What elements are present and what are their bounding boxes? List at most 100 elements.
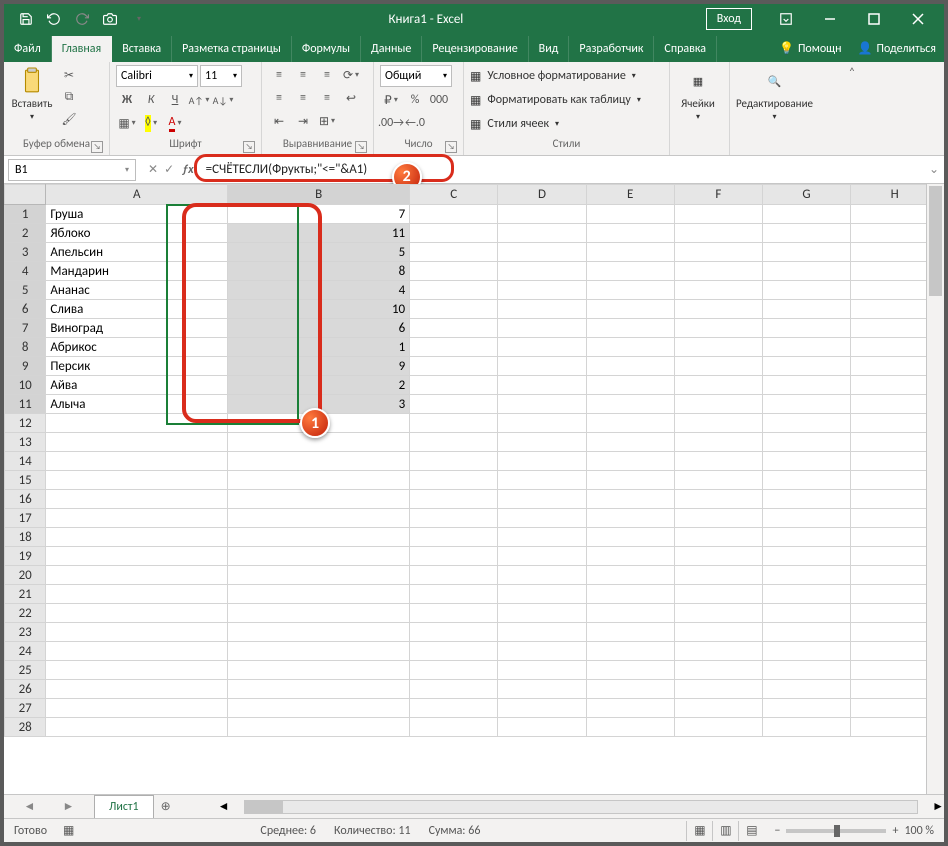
- cell[interactable]: [762, 623, 850, 642]
- cell[interactable]: [586, 338, 674, 357]
- fx-icon[interactable]: ƒx: [182, 163, 200, 177]
- cell[interactable]: [586, 528, 674, 547]
- vertical-scrollbar[interactable]: [926, 184, 944, 794]
- cell[interactable]: [762, 243, 850, 262]
- cell[interactable]: [498, 585, 586, 604]
- cell[interactable]: [410, 395, 498, 414]
- comma-button[interactable]: 000: [428, 90, 450, 110]
- cell[interactable]: [762, 357, 850, 376]
- conditional-formatting-button[interactable]: ▦Условное форматирование▾: [470, 65, 641, 87]
- cell[interactable]: [498, 528, 586, 547]
- cell[interactable]: [498, 604, 586, 623]
- tab-data[interactable]: Данные: [361, 36, 422, 62]
- font-dialog-launcher[interactable]: ↘: [243, 141, 255, 153]
- editing-button[interactable]: 🔍Редактирование▾: [736, 65, 813, 122]
- save-icon[interactable]: [18, 11, 34, 27]
- sheet-nav-next-icon[interactable]: ►: [63, 799, 75, 814]
- name-box[interactable]: B1▾: [8, 159, 136, 181]
- cell[interactable]: [674, 509, 762, 528]
- row-header[interactable]: 13: [5, 433, 46, 452]
- cell[interactable]: [46, 680, 228, 699]
- cell[interactable]: [498, 262, 586, 281]
- cell[interactable]: [674, 414, 762, 433]
- cell[interactable]: [586, 490, 674, 509]
- cell[interactable]: [674, 623, 762, 642]
- cell[interactable]: [674, 395, 762, 414]
- cell[interactable]: [46, 661, 228, 680]
- cell[interactable]: 6: [228, 319, 410, 338]
- cell[interactable]: [498, 319, 586, 338]
- cell[interactable]: [410, 547, 498, 566]
- select-all-corner[interactable]: [5, 185, 46, 205]
- cell[interactable]: [498, 623, 586, 642]
- cell[interactable]: [851, 319, 926, 338]
- cell[interactable]: Айва: [46, 376, 228, 395]
- cell[interactable]: [762, 376, 850, 395]
- tab-insert[interactable]: Вставка: [112, 36, 172, 62]
- row-header[interactable]: 4: [5, 262, 46, 281]
- cell[interactable]: [851, 680, 926, 699]
- row-header[interactable]: 9: [5, 357, 46, 376]
- italic-button[interactable]: К: [140, 90, 162, 110]
- cell[interactable]: [762, 300, 850, 319]
- cell[interactable]: [586, 224, 674, 243]
- cell[interactable]: [498, 699, 586, 718]
- cell[interactable]: [762, 205, 850, 224]
- cell[interactable]: [228, 642, 410, 661]
- cell[interactable]: 9: [228, 357, 410, 376]
- font-name-combo[interactable]: Calibri▾: [116, 65, 198, 87]
- cell[interactable]: [410, 509, 498, 528]
- cell[interactable]: 7: [228, 205, 410, 224]
- tab-help[interactable]: Справка: [654, 36, 717, 62]
- cell[interactable]: [674, 262, 762, 281]
- row-header[interactable]: 25: [5, 661, 46, 680]
- cell[interactable]: [586, 357, 674, 376]
- cells-button[interactable]: ▦Ячейки▾: [676, 65, 720, 122]
- cell[interactable]: [851, 338, 926, 357]
- grow-font-button[interactable]: A↑: [188, 90, 210, 110]
- border-button[interactable]: ▦: [116, 113, 138, 133]
- cell[interactable]: [674, 452, 762, 471]
- fill-color-button[interactable]: ◊: [140, 113, 162, 133]
- cell[interactable]: [498, 395, 586, 414]
- cell[interactable]: [228, 623, 410, 642]
- cell[interactable]: [410, 376, 498, 395]
- redo-icon[interactable]: [74, 11, 90, 27]
- tab-view[interactable]: Вид: [529, 36, 570, 62]
- cell[interactable]: [586, 699, 674, 718]
- cell[interactable]: [586, 281, 674, 300]
- cell[interactable]: [851, 224, 926, 243]
- zoom-slider[interactable]: [786, 829, 886, 833]
- font-size-combo[interactable]: 11▾: [200, 65, 242, 87]
- currency-button[interactable]: ₽: [380, 90, 402, 110]
- horizontal-scrollbar[interactable]: ◄►: [178, 799, 944, 814]
- cell[interactable]: [851, 490, 926, 509]
- cell[interactable]: [762, 680, 850, 699]
- cell[interactable]: [498, 433, 586, 452]
- align-top-button[interactable]: ≡: [268, 65, 290, 85]
- column-header[interactable]: A: [46, 185, 228, 205]
- tab-formulas[interactable]: Формулы: [292, 36, 361, 62]
- cell[interactable]: [410, 528, 498, 547]
- row-header[interactable]: 23: [5, 623, 46, 642]
- cell[interactable]: Алыча: [46, 395, 228, 414]
- cell[interactable]: [498, 718, 586, 737]
- cell[interactable]: [498, 452, 586, 471]
- percent-button[interactable]: %: [404, 90, 426, 110]
- cell[interactable]: [851, 452, 926, 471]
- cell[interactable]: [410, 471, 498, 490]
- tab-file[interactable]: Файл: [4, 36, 52, 62]
- cell[interactable]: [674, 300, 762, 319]
- row-header[interactable]: 6: [5, 300, 46, 319]
- cell[interactable]: [498, 243, 586, 262]
- cell[interactable]: [228, 490, 410, 509]
- cell[interactable]: [410, 281, 498, 300]
- cell[interactable]: [410, 262, 498, 281]
- cell[interactable]: [46, 604, 228, 623]
- sheet-tab[interactable]: Лист1: [94, 795, 154, 819]
- zoom-level[interactable]: 100 %: [904, 824, 934, 838]
- cell[interactable]: [586, 585, 674, 604]
- cell[interactable]: [410, 718, 498, 737]
- cell[interactable]: [410, 433, 498, 452]
- cell[interactable]: [762, 509, 850, 528]
